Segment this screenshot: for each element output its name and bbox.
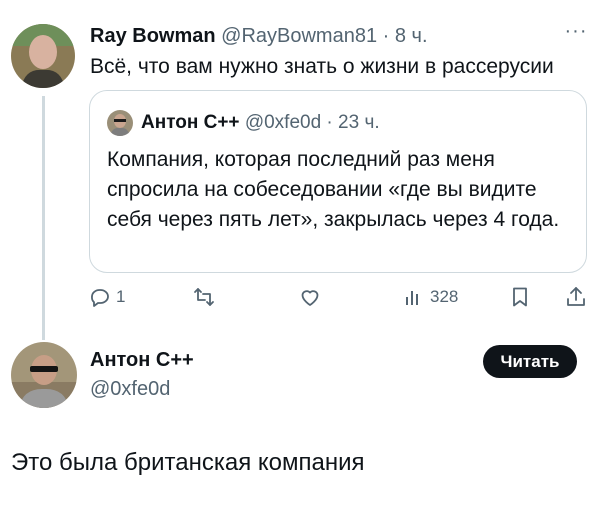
reply-author-name[interactable]: Антон C++	[90, 347, 194, 373]
like-icon	[301, 290, 319, 306]
reply-icon	[91, 289, 109, 307]
retweet-button[interactable]	[192, 282, 216, 312]
tweet-text: Всё, что вам нужно знать о жизни в рассе…	[90, 55, 554, 78]
bookmark-button[interactable]	[508, 282, 532, 312]
author-handle[interactable]: @RayBowman81	[221, 25, 377, 47]
quoted-separator: ·	[321, 112, 339, 133]
tweet-time[interactable]: 8 ч.	[395, 25, 428, 47]
quoted-tweet-card[interactable]: Антон C++ @0xfe0d · 23 ч. Компания, кото…	[89, 90, 587, 273]
reply-author-handle[interactable]: @0xfe0d	[90, 376, 170, 402]
quoted-tweet-header: Антон C++ @0xfe0d · 23 ч.	[141, 110, 380, 136]
reply-count: 1	[116, 287, 126, 306]
quoted-author-avatar	[107, 110, 133, 136]
header-separator: ·	[377, 25, 395, 47]
author-avatar[interactable]	[11, 24, 75, 88]
tweet-header: Ray Bowman @RayBowman81 · 8 ч.	[90, 23, 428, 49]
bookmark-icon	[513, 287, 527, 307]
quoted-author-name: Антон C++	[141, 112, 240, 133]
thread-connector-line	[42, 96, 45, 340]
quoted-tweet-text: Компания, которая последний раз меня спр…	[107, 148, 560, 231]
share-icon	[567, 287, 585, 306]
reply-button[interactable]: 1	[88, 282, 125, 312]
views-button[interactable]: 328	[402, 282, 458, 312]
views-icon	[406, 291, 418, 305]
retweet-icon	[194, 288, 214, 306]
reply-author-avatar[interactable]	[11, 342, 77, 408]
tweet-actions: 1 328	[88, 282, 588, 312]
author-name[interactable]: Ray Bowman	[90, 25, 216, 47]
views-count: 328	[430, 287, 459, 306]
follow-button[interactable]: Читать	[483, 345, 577, 378]
like-button[interactable]	[298, 282, 322, 312]
reply-tweet-text: Это была британская компания	[11, 449, 365, 476]
share-button[interactable]	[564, 282, 588, 312]
more-icon[interactable]: ···	[563, 21, 589, 44]
quoted-author-handle: @0xfe0d	[244, 112, 322, 133]
quoted-tweet-time: 23 ч.	[338, 112, 380, 133]
